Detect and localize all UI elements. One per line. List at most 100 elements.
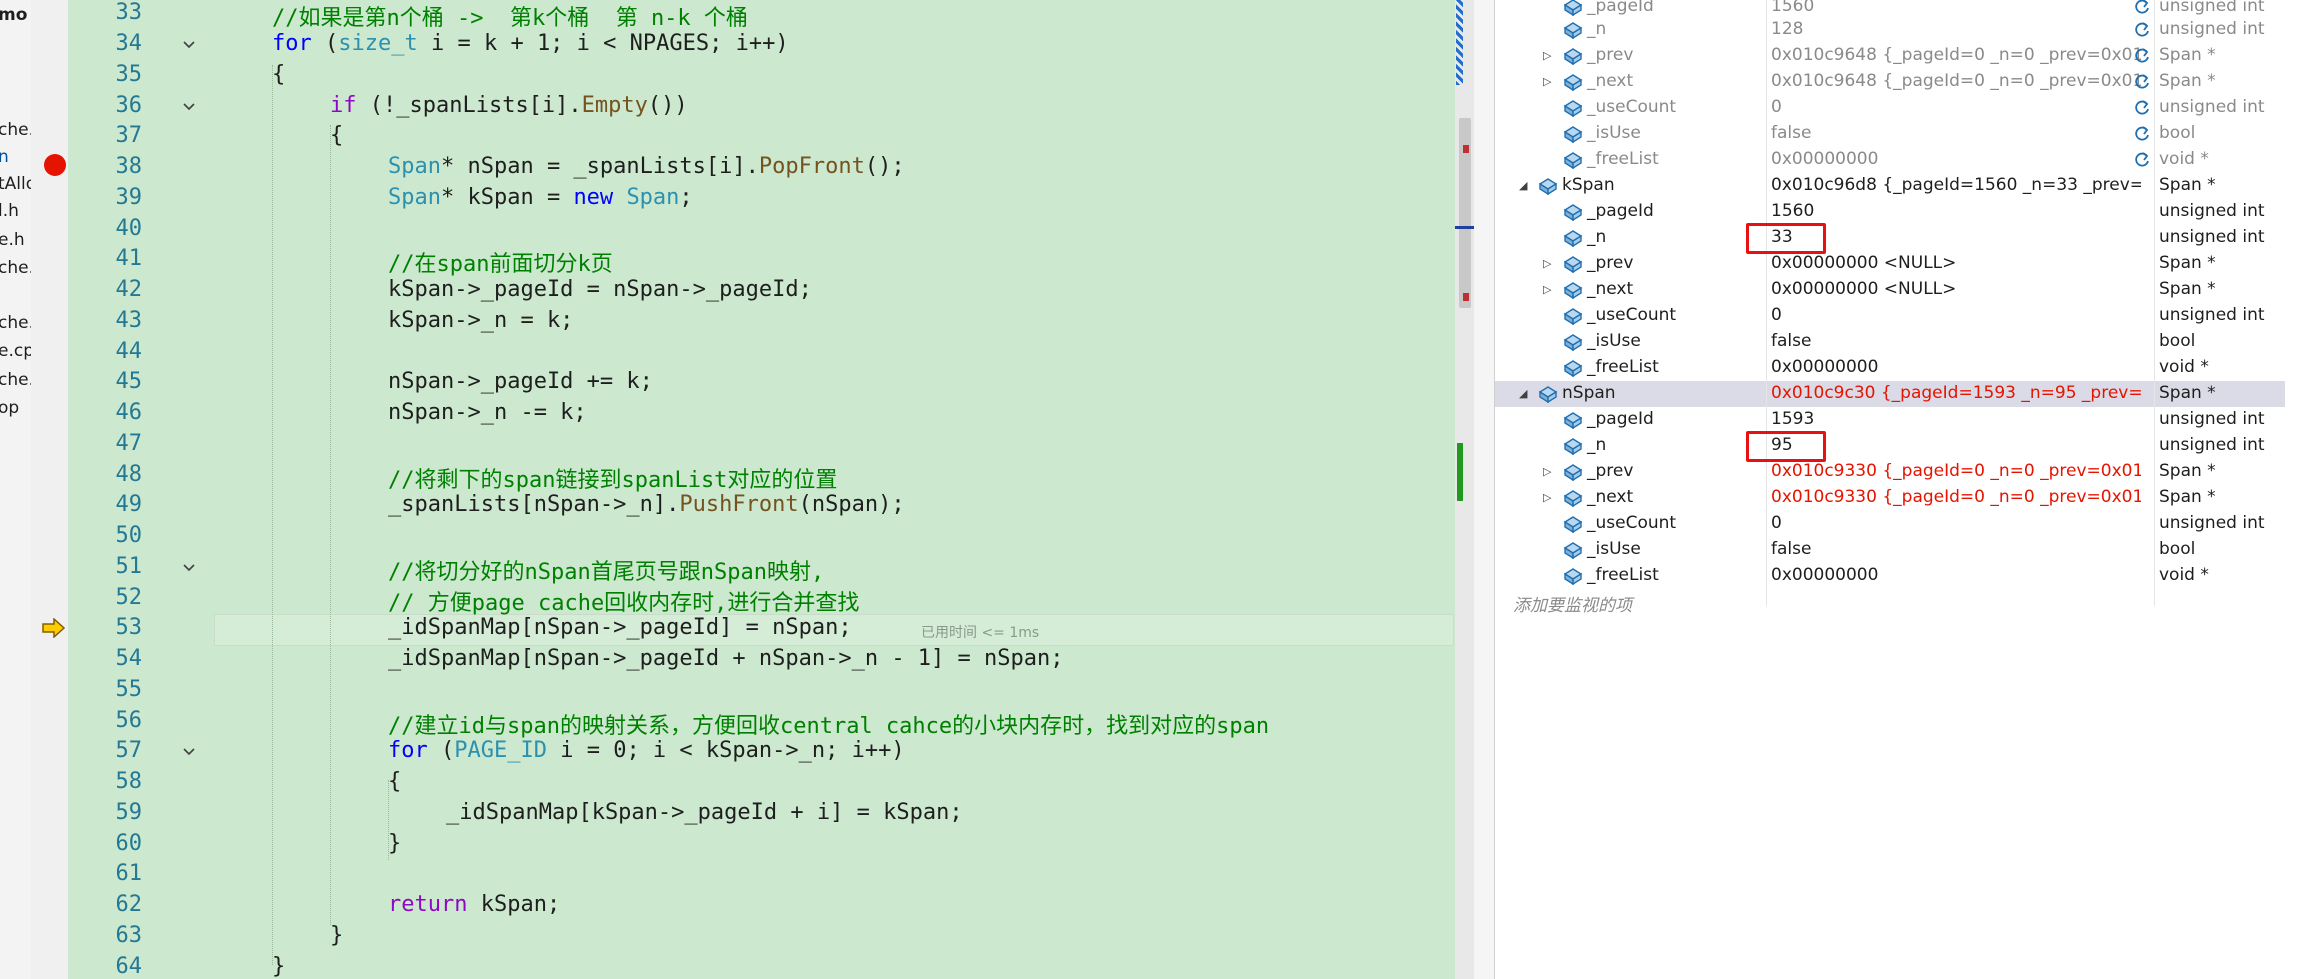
watch-row[interactable]: _freeList 0x00000000 void *: [1495, 147, 2285, 173]
line-number: 46: [115, 400, 143, 425]
watch-value[interactable]: 0: [1771, 305, 2141, 325]
watch-value[interactable]: 0x010c96d8 {_pageId=1560 _n=33 _prev=0x0…: [1771, 175, 2141, 195]
watch-row[interactable]: ◢ kSpan 0x010c96d8 {_pageId=1560 _n=33 _…: [1495, 173, 2285, 199]
watch-row[interactable]: _isUse false bool: [1495, 121, 2285, 147]
line-number: 50: [115, 523, 143, 548]
expand-arrow-icon[interactable]: ▷: [1543, 465, 1551, 478]
watch-value[interactable]: 0x00000000: [1771, 357, 2141, 377]
watch-row-selected[interactable]: ◢ nSpan 0x010c9c30 {_pageId=1593 _n=95 _…: [1495, 381, 2285, 407]
code-line-37: {: [330, 123, 344, 148]
watch-value[interactable]: 128: [1771, 19, 2141, 39]
refresh-icon[interactable]: [2132, 98, 2152, 118]
watch-value[interactable]: 0x010c9648 {_pageId=0 _n=0 _prev=0x010..…: [1771, 71, 2141, 91]
watch-type: Span *: [2159, 253, 2216, 273]
explorer-item[interactable]: e.h: [0, 230, 25, 250]
watch-value[interactable]: 0x00000000: [1771, 565, 2141, 585]
watch-name: _freeList: [1587, 565, 1659, 585]
indent-guide: [330, 125, 331, 925]
refresh-icon[interactable]: [2132, 72, 2152, 92]
expand-arrow-icon[interactable]: ▷: [1543, 49, 1551, 62]
collapse-arrow-icon[interactable]: ◢: [1519, 179, 1527, 192]
watch-row[interactable]: _n 33 unsigned int: [1495, 225, 2285, 251]
watch-value[interactable]: 0x00000000 <NULL>: [1771, 253, 2141, 273]
watch-row[interactable]: _n 128 unsigned int: [1495, 17, 2285, 43]
watch-value[interactable]: 95: [1771, 435, 2141, 455]
watch-row[interactable]: ▷ _prev 0x010c9648 {_pageId=0 _n=0 _prev…: [1495, 43, 2285, 69]
watch-row[interactable]: ▷ _next 0x010c9648 {_pageId=0 _n=0 _prev…: [1495, 69, 2285, 95]
refresh-icon[interactable]: [2132, 0, 2152, 17]
watch-row[interactable]: _freeList 0x00000000 void *: [1495, 563, 2285, 589]
breakpoint-marker: [1463, 145, 1469, 153]
watch-value[interactable]: 0x010c9c30 {_pageId=1593 _n=95 _prev=0x0…: [1771, 383, 2141, 403]
watch-value[interactable]: false: [1771, 123, 2141, 143]
breakpoint-icon[interactable]: [44, 154, 66, 176]
explorer-item[interactable]: che.c: [0, 313, 31, 333]
explorer-item[interactable]: tAllo: [0, 174, 31, 194]
watch-value[interactable]: 1593: [1771, 409, 2141, 429]
watch-row[interactable]: _useCount 0 unsigned int: [1495, 511, 2285, 537]
line-number: 47: [115, 431, 143, 456]
watch-row[interactable]: ▷ _next 0x00000000 <NULL> Span *: [1495, 277, 2285, 303]
refresh-icon[interactable]: [2132, 20, 2152, 40]
code-line-35: {: [272, 62, 286, 87]
watch-row[interactable]: _pageId 1593 unsigned int: [1495, 407, 2285, 433]
fold-chevron-icon[interactable]: [182, 100, 196, 114]
watch-type: Span *: [2159, 45, 2216, 65]
watch-type: unsigned int: [2159, 513, 2265, 533]
watch-value[interactable]: 1560: [1771, 201, 2141, 221]
editor-scrollbar[interactable]: [1455, 0, 1479, 979]
explorer-item[interactable]: n: [0, 147, 9, 167]
watch-value[interactable]: 0x010c9330 {_pageId=0 _n=0 _prev=0x010c9…: [1771, 487, 2141, 507]
collapse-arrow-icon[interactable]: ◢: [1519, 387, 1527, 400]
line-number: 61: [115, 861, 143, 886]
explorer-item[interactable]: che.h: [0, 120, 31, 140]
watch-row[interactable]: ▷ _prev 0x010c9330 {_pageId=0 _n=0 _prev…: [1495, 459, 2285, 485]
watch-value[interactable]: false: [1771, 331, 2141, 351]
explorer-item[interactable]: op: [0, 398, 19, 418]
perf-tip-hint[interactable]: 已用时间 <= 1ms: [921, 622, 1039, 642]
refresh-icon[interactable]: [2132, 150, 2152, 170]
watch-row[interactable]: _useCount 0 unsigned int: [1495, 95, 2285, 121]
watch-row[interactable]: _pageId 1560 unsigned int: [1495, 199, 2285, 225]
field-icon: [1563, 412, 1583, 429]
explorer-item[interactable]: e.cp: [0, 341, 31, 361]
explorer-item[interactable]: che.c: [0, 370, 31, 390]
watch-value[interactable]: false: [1771, 539, 2141, 559]
watch-value[interactable]: 0: [1771, 97, 2141, 117]
expand-arrow-icon[interactable]: ▷: [1543, 257, 1551, 270]
code-line-64: }: [272, 954, 286, 979]
fold-chevron-icon[interactable]: [182, 561, 196, 575]
column-divider[interactable]: [1766, 0, 1767, 606]
refresh-icon[interactable]: [2132, 124, 2152, 144]
explorer-item[interactable]: l.h: [0, 201, 19, 221]
watch-row[interactable]: _isUse false bool: [1495, 537, 2285, 563]
glyph-margin[interactable]: [31, 0, 68, 979]
watch-value[interactable]: 0x010c9330 {_pageId=0 _n=0 _prev=0x010c9…: [1771, 461, 2141, 481]
explorer-item[interactable]: mo: [0, 5, 27, 25]
explorer-item[interactable]: che.h: [0, 258, 31, 278]
line-number: 38: [115, 154, 143, 179]
fold-chevron-icon[interactable]: [182, 745, 196, 759]
panel-splitter[interactable]: [1474, 0, 1495, 979]
expand-arrow-icon[interactable]: ▷: [1543, 283, 1551, 296]
add-watch-item[interactable]: 添加要监视的项: [1513, 591, 1632, 616]
watch-value[interactable]: 0x00000000 <NULL>: [1771, 279, 2141, 299]
expand-arrow-icon[interactable]: ▷: [1543, 491, 1551, 504]
watch-value[interactable]: 0x010c9648 {_pageId=0 _n=0 _prev=0x010..…: [1771, 45, 2141, 65]
watch-row[interactable]: _isUse false bool: [1495, 329, 2285, 355]
watch-value[interactable]: 33: [1771, 227, 2141, 247]
watch-row[interactable]: _useCount 0 unsigned int: [1495, 303, 2285, 329]
watch-name: _useCount: [1587, 513, 1677, 533]
watch-value[interactable]: 1560: [1771, 0, 2141, 16]
watch-row[interactable]: _freeList 0x00000000 void *: [1495, 355, 2285, 381]
refresh-icon[interactable]: [2132, 46, 2152, 66]
watch-row[interactable]: ▷ _next 0x010c9330 {_pageId=0 _n=0 _prev…: [1495, 485, 2285, 511]
watch-row[interactable]: _n 95 unsigned int: [1495, 433, 2285, 459]
watch-row[interactable]: ▷ _prev 0x00000000 <NULL> Span *: [1495, 251, 2285, 277]
column-divider[interactable]: [2154, 0, 2155, 606]
expand-arrow-icon[interactable]: ▷: [1543, 75, 1551, 88]
line-number: 41: [115, 246, 143, 271]
watch-value[interactable]: 0x00000000: [1771, 149, 2141, 169]
watch-value[interactable]: 0: [1771, 513, 2141, 533]
fold-chevron-icon[interactable]: [182, 38, 196, 52]
